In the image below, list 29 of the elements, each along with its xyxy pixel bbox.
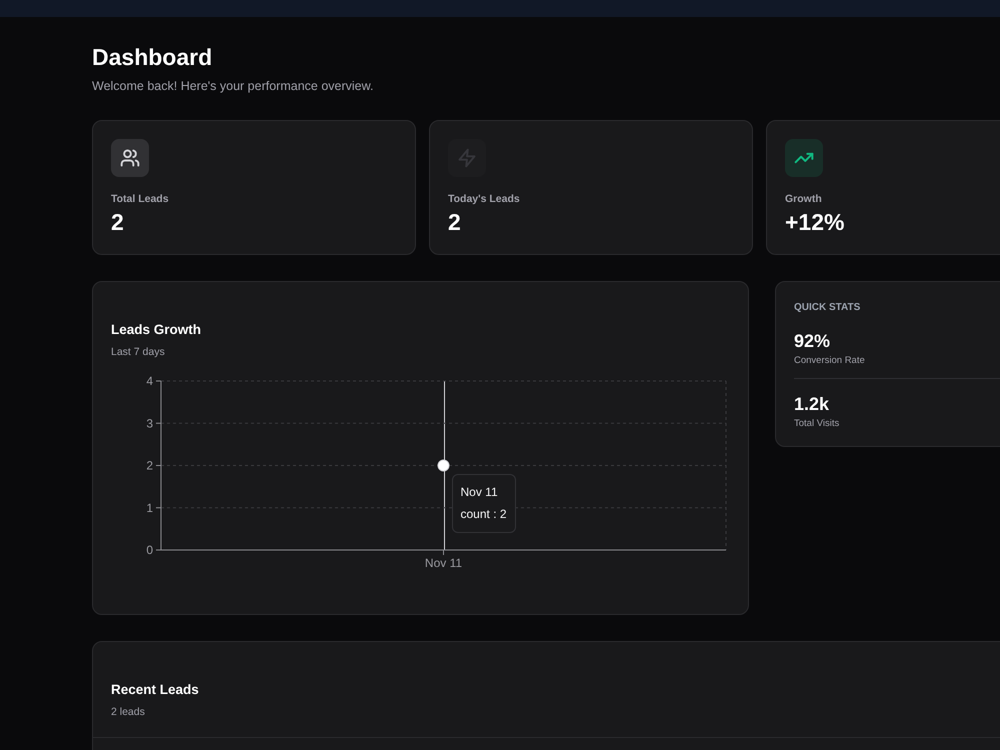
page-title: Dashboard [92, 43, 214, 72]
y-axis-label: 0 [146, 543, 153, 557]
lightning-icon [448, 139, 486, 177]
x-axis-label: Nov 11 [424, 556, 462, 570]
stat-value: +12% [785, 209, 846, 235]
trend-up-icon [785, 139, 823, 177]
y-axis-label: 4 [146, 374, 153, 388]
stat-label: Today's Leads [448, 192, 521, 207]
page-subtitle: Welcome back! Here's your performance overview. [92, 78, 374, 95]
tooltip-title: Nov 11 [460, 484, 499, 500]
stat-label: Growth [785, 192, 823, 207]
data-point [438, 460, 450, 472]
stat-label: Total Leads [111, 192, 170, 207]
stat-value: 92% [794, 330, 832, 352]
users-icon [111, 139, 149, 177]
card-title: Leads Growth [111, 321, 202, 339]
stat-label: Conversion Rate [794, 354, 866, 367]
card-subtitle: Last 7 days [111, 345, 166, 360]
y-axis-label: 1 [146, 500, 153, 515]
card-title: Recent Leads [111, 681, 200, 699]
section-title: QUICK STATS [794, 301, 862, 315]
y-axis-label: 3 [146, 416, 153, 430]
stat-value: 2 [448, 209, 462, 235]
y-axis-label: 2 [146, 458, 153, 472]
card-subtitle: 2 leads [111, 705, 146, 720]
stat-value: 1.2k [794, 393, 830, 415]
stat-label: Total Visits [794, 417, 840, 430]
tooltip-value: count : 2 [460, 506, 507, 522]
stat-value: 2 [111, 209, 125, 235]
